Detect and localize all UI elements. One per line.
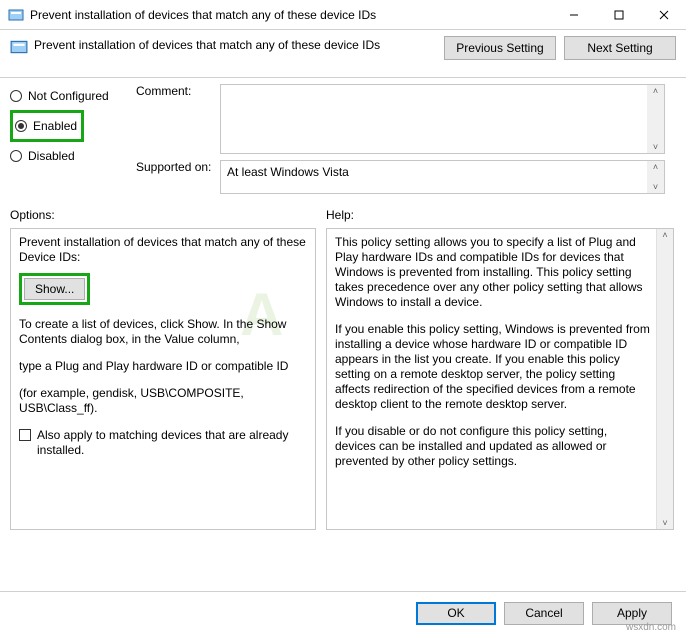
also-apply-checkbox[interactable]: Also apply to matching devices that are … [19, 428, 307, 458]
radio-not-configured[interactable]: Not Configured [10, 84, 136, 108]
scrollbar[interactable]: ˄˅ [656, 229, 673, 529]
show-button[interactable]: Show... [24, 278, 85, 300]
watermark-text: wsxdn.com [626, 622, 676, 633]
show-highlight: Show... [19, 273, 90, 305]
help-paragraph-3: If you disable or do not configure this … [335, 424, 651, 469]
scroll-up-icon[interactable]: ˄ [647, 85, 664, 97]
dialog-footer: OK Cancel Apply [0, 591, 686, 635]
scroll-up-icon[interactable]: ˄ [657, 229, 673, 241]
checkbox-label: Also apply to matching devices that are … [37, 428, 307, 458]
close-button[interactable] [641, 0, 686, 29]
options-panel: Prevent installation of devices that mat… [10, 228, 316, 530]
scroll-down-icon[interactable]: ˅ [647, 181, 664, 193]
help-panel: This policy setting allows you to specif… [326, 228, 674, 530]
scroll-down-icon[interactable]: ˅ [657, 517, 673, 529]
radio-enabled[interactable]: Enabled [15, 114, 77, 138]
radio-label: Not Configured [28, 89, 109, 103]
radio-icon [10, 90, 22, 102]
comment-textarea[interactable]: ˄˅ [220, 84, 665, 154]
options-text-3: (for example, gendisk, USB\COMPOSITE, US… [19, 386, 307, 416]
minimize-button[interactable] [551, 0, 596, 29]
radio-label: Enabled [33, 119, 77, 133]
options-text-1: To create a list of devices, click Show.… [19, 317, 307, 347]
radio-label: Disabled [28, 149, 75, 163]
comment-label: Comment: [136, 84, 220, 154]
scrollbar[interactable]: ˄˅ [647, 85, 664, 153]
previous-setting-button[interactable]: Previous Setting [444, 36, 556, 60]
cancel-button[interactable]: Cancel [504, 602, 584, 625]
scroll-down-icon[interactable]: ˅ [647, 141, 664, 153]
policy-header-icon [10, 38, 28, 56]
header: Prevent installation of devices that mat… [0, 30, 686, 78]
enabled-highlight: Enabled [10, 110, 84, 142]
scrollbar[interactable]: ˄˅ [647, 161, 664, 193]
policy-icon [8, 7, 24, 23]
supported-box: At least Windows Vista ˄˅ [220, 160, 665, 194]
radio-icon [15, 120, 27, 132]
supported-label: Supported on: [136, 160, 220, 194]
next-setting-button[interactable]: Next Setting [564, 36, 676, 60]
help-label: Help: [326, 208, 354, 222]
radio-disabled[interactable]: Disabled [10, 144, 136, 168]
window-title: Prevent installation of devices that mat… [30, 8, 551, 22]
policy-title: Prevent installation of devices that mat… [34, 36, 436, 52]
options-subheading: Prevent installation of devices that mat… [19, 235, 307, 265]
ok-button[interactable]: OK [416, 602, 496, 625]
options-label: Options: [10, 208, 326, 222]
scroll-up-icon[interactable]: ˄ [647, 161, 664, 173]
radio-icon [10, 150, 22, 162]
checkbox-icon [19, 429, 31, 441]
options-text-2: type a Plug and Play hardware ID or comp… [19, 359, 307, 374]
titlebar: Prevent installation of devices that mat… [0, 0, 686, 30]
help-paragraph-2: If you enable this policy setting, Windo… [335, 322, 651, 412]
supported-value: At least Windows Vista [227, 165, 349, 179]
help-paragraph-1: This policy setting allows you to specif… [335, 235, 651, 310]
maximize-button[interactable] [596, 0, 641, 29]
